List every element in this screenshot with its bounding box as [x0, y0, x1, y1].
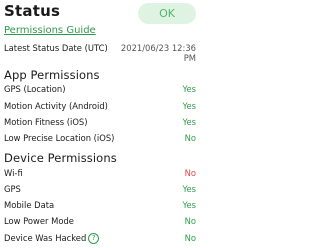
latest-status-date-label: Latest Status Date (UTC)	[4, 43, 108, 53]
app-permission-label-motion-fitness: Motion Fitness (iOS)	[4, 117, 88, 127]
app-permission-label-gps: GPS (Location)	[4, 84, 66, 94]
app-permission-label-low-precise-location: Low Precise Location (iOS)	[4, 133, 115, 143]
app-permission-value-low-precise-location: No	[184, 133, 196, 143]
device-permission-label-wifi: Wi-fi	[4, 168, 23, 178]
device-permission-value-low-power-mode: No	[184, 216, 196, 226]
permissions-guide-link[interactable]: Permissions Guide	[4, 25, 96, 36]
device-permission-value-gps: Yes	[182, 184, 196, 194]
device-permission-label-low-power-mode: Low Power Mode	[4, 216, 74, 226]
device-permission-value-mobile-data: Yes	[182, 200, 196, 210]
device-permissions-heading: Device Permissions	[4, 151, 117, 165]
app-permissions-heading: App Permissions	[4, 68, 100, 82]
ok-button[interactable]: OK	[138, 3, 196, 24]
latest-status-date-line1: 2021/06/23 12:36	[120, 43, 196, 53]
app-permission-label-motion-activity: Motion Activity (Android)	[4, 101, 108, 111]
app-permission-value-motion-fitness: Yes	[182, 117, 196, 127]
page-title: Status	[4, 2, 61, 20]
device-permission-label-mobile-data: Mobile Data	[4, 200, 55, 210]
device-permission-label-hacked: Device Was Hacked	[4, 233, 87, 243]
device-permission-label-gps: GPS	[4, 184, 21, 194]
latest-status-date-line2: PM	[183, 53, 196, 63]
latest-status-date-value: 2021/06/23 12:36 PM	[114, 43, 196, 63]
app-permission-value-gps: Yes	[182, 84, 196, 94]
device-permission-value-wifi: No	[184, 168, 196, 178]
device-permission-row-hacked: Device Was Hacked?	[4, 233, 100, 244]
device-permission-value-hacked: No	[184, 233, 196, 243]
help-icon[interactable]: ?	[88, 233, 100, 244]
app-permission-value-motion-activity: Yes	[182, 101, 196, 111]
